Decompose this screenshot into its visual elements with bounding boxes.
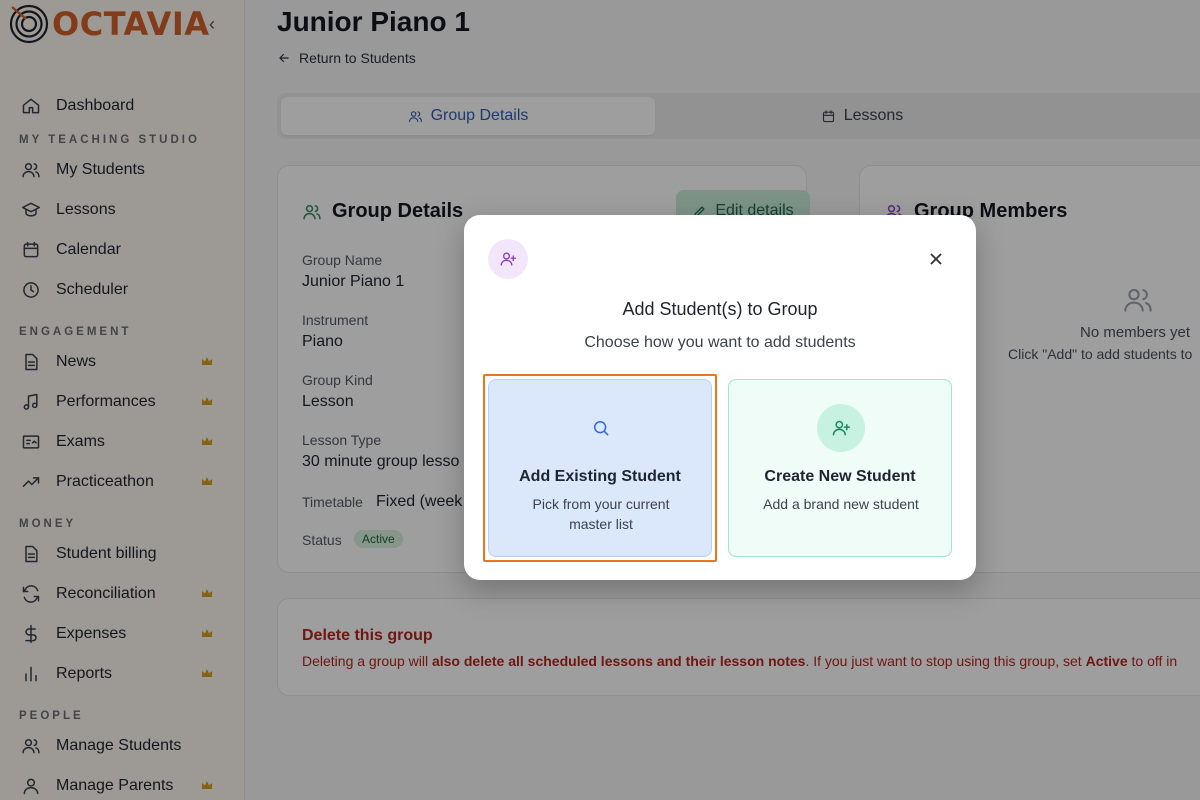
- option-title: Create New Student: [764, 468, 916, 485]
- option-description: Pick from your current master list: [532, 496, 670, 532]
- search-icon: [577, 404, 625, 452]
- option-description: Add a brand new student: [763, 496, 919, 512]
- add-existing-student-option[interactable]: Add Existing Student Pick from your curr…: [488, 379, 712, 557]
- modal-subtitle: Choose how you want to add students: [584, 334, 856, 351]
- create-new-student-option[interactable]: Create New Student Add a brand new stude…: [728, 379, 952, 557]
- option-title: Add Existing Student: [519, 468, 681, 485]
- modal-title: Add Student(s) to Group: [622, 299, 818, 319]
- close-icon[interactable]: [925, 248, 947, 270]
- add-students-modal: Add Student(s) to Group Choose how you w…: [464, 215, 976, 580]
- modal-icon: [488, 239, 528, 279]
- user-plus-icon: [817, 404, 865, 452]
- user-plus-icon: [500, 252, 517, 266]
